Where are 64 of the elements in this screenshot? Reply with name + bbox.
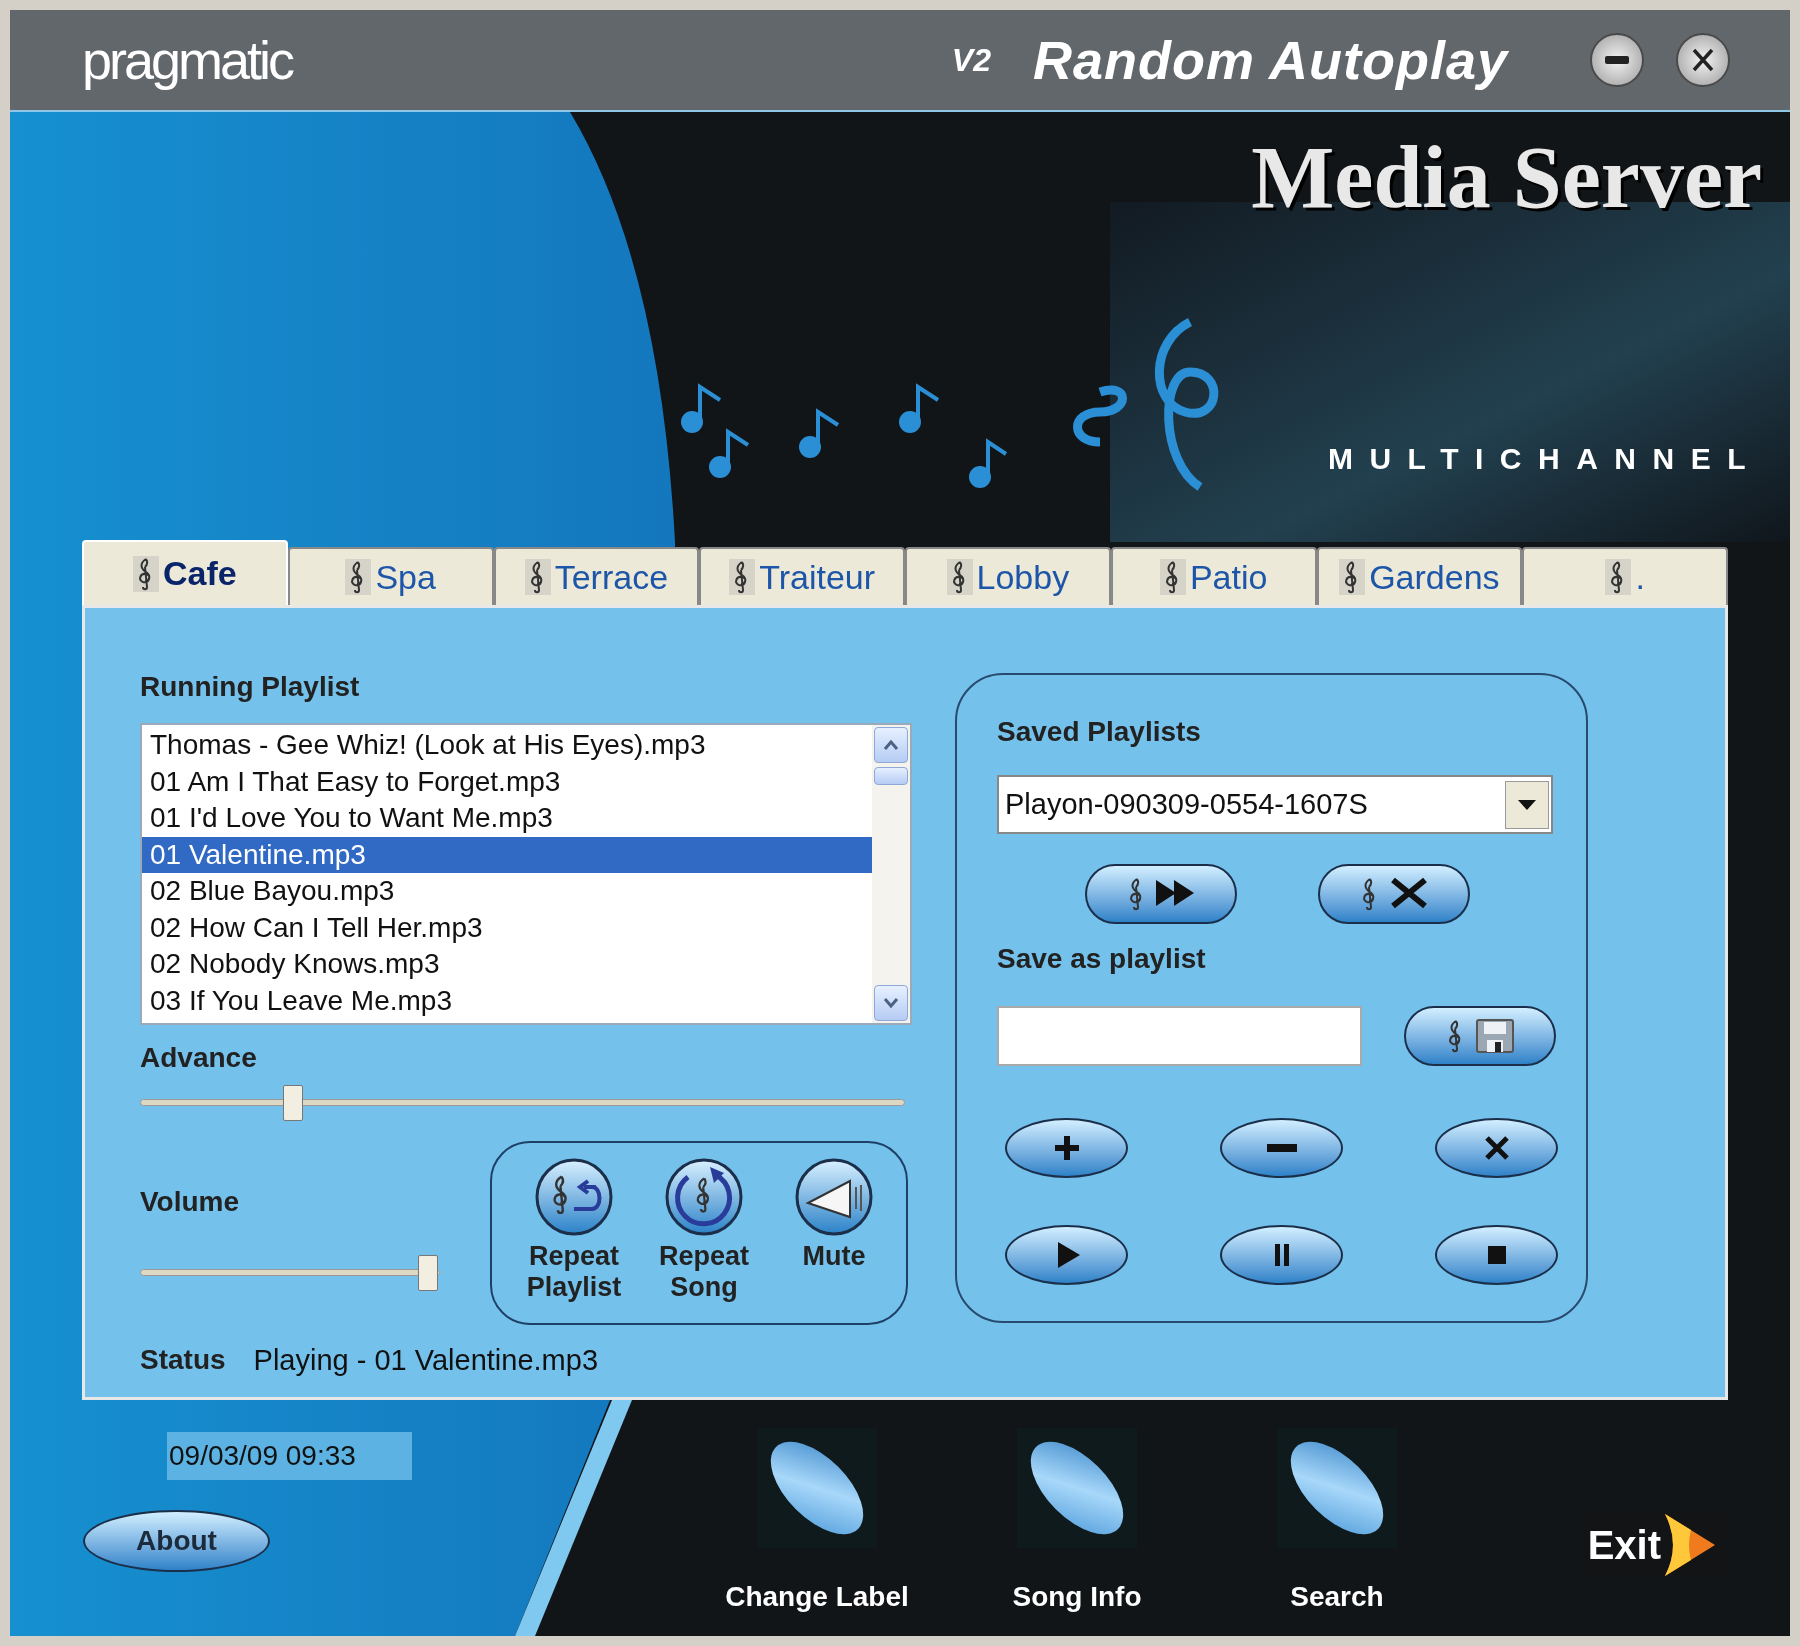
banner-title: Media Server xyxy=(1251,134,1762,222)
playlist-item[interactable]: 03 If You Leave Me.mp3 xyxy=(142,982,872,1019)
repeat-song-button[interactable]: Repeat Song xyxy=(644,1157,764,1323)
treble-clef-icon xyxy=(524,559,551,595)
tab[interactable]: Patio xyxy=(1110,547,1317,605)
scroll-thumb[interactable] xyxy=(874,767,908,785)
playlist-item[interactable]: 01 I'd Love You to Want Me.mp3 xyxy=(142,800,872,837)
minus-icon xyxy=(1266,1144,1297,1152)
save-playlist-button[interactable] xyxy=(1404,1006,1556,1066)
playlist-item[interactable]: 01 Valentine.mp3 xyxy=(142,836,872,873)
tab[interactable]: . xyxy=(1522,547,1728,605)
footer-button[interactable]: Song Info xyxy=(962,1428,1192,1636)
playlist-name-field[interactable] xyxy=(997,1006,1362,1066)
horn-icon xyxy=(794,1157,874,1237)
status-label: Status xyxy=(140,1343,226,1377)
save-as-label: Save as playlist xyxy=(997,942,1207,976)
tab[interactable]: Gardens xyxy=(1316,547,1523,605)
treble-clef-icon xyxy=(1339,559,1366,595)
scroll-down-button[interactable] xyxy=(874,985,908,1021)
slider-thumb[interactable] xyxy=(283,1085,303,1121)
section-label: Running Playlist xyxy=(140,670,361,704)
tab[interactable]: Spa xyxy=(287,547,494,605)
dropdown-arrow-button[interactable] xyxy=(1505,780,1549,829)
treble-clef-icon xyxy=(345,559,372,595)
playlist-dropdown[interactable]: Playon-090309-0554-1607S xyxy=(997,775,1553,834)
playlist-item[interactable]: 02 Nobody Knows.mp3 xyxy=(142,946,872,983)
saved-playlists-label: Saved Playlists xyxy=(997,715,1202,749)
tab[interactable]: Cafe xyxy=(82,540,288,605)
playlist-item[interactable]: Thomas - Gee Whiz! (Look at His Eyes).mp3 xyxy=(142,727,872,764)
version-label: V2 xyxy=(951,44,991,76)
banner-subtitle: MULTICHANNEL xyxy=(1327,444,1762,474)
delete-playlist-button[interactable] xyxy=(1318,864,1470,924)
close-button[interactable] xyxy=(1676,33,1730,87)
scroll-up-button[interactable] xyxy=(874,727,908,763)
minimize-icon xyxy=(1605,56,1629,64)
playlist-item[interactable]: 01 Am I That Easy to Forget.mp3 xyxy=(142,763,872,800)
repeat-playlist-button[interactable]: Repeat Playlist xyxy=(514,1157,634,1323)
mute-button[interactable]: Mute xyxy=(774,1157,894,1323)
dropdown-value: Playon-090309-0554-1607S xyxy=(1005,786,1368,822)
footer-button[interactable]: Search xyxy=(1222,1428,1452,1636)
treble-clef-icon xyxy=(946,559,973,595)
advance-label: Advance xyxy=(140,1041,258,1075)
treble-clef-icon xyxy=(729,559,756,595)
volume-slider[interactable] xyxy=(140,1255,440,1291)
date-time-display: 09/03/09 09:33 xyxy=(167,1432,412,1480)
slider-thumb[interactable] xyxy=(418,1255,438,1291)
load-playlist-button[interactable] xyxy=(1085,864,1237,924)
tab[interactable]: Traiteur xyxy=(699,547,905,605)
playlist-item[interactable]: 02 Blue Bayou.mp3 xyxy=(142,873,872,910)
footer-button[interactable]: Change Label xyxy=(702,1428,932,1636)
scrollbar[interactable] xyxy=(872,725,910,1023)
caret-icon xyxy=(1518,799,1536,810)
playlist-listbox[interactable] xyxy=(140,723,912,1025)
status-text: Playing - 01 Valentine.mp3 xyxy=(253,1343,599,1377)
volume-label: Volume xyxy=(140,1185,241,1219)
treble-clef-icon xyxy=(1605,559,1632,595)
treble-clef-icon xyxy=(133,555,159,592)
minimize-button[interactable] xyxy=(1590,33,1644,87)
close-icon xyxy=(1691,47,1715,73)
playlist-item[interactable]: 02 How Can I Tell Her.mp3 xyxy=(142,909,872,946)
tab[interactable]: Lobby xyxy=(905,547,1111,605)
treble-clef-icon xyxy=(1159,559,1186,595)
advance-slider[interactable] xyxy=(140,1085,905,1121)
tab[interactable]: Terrace xyxy=(493,547,700,605)
